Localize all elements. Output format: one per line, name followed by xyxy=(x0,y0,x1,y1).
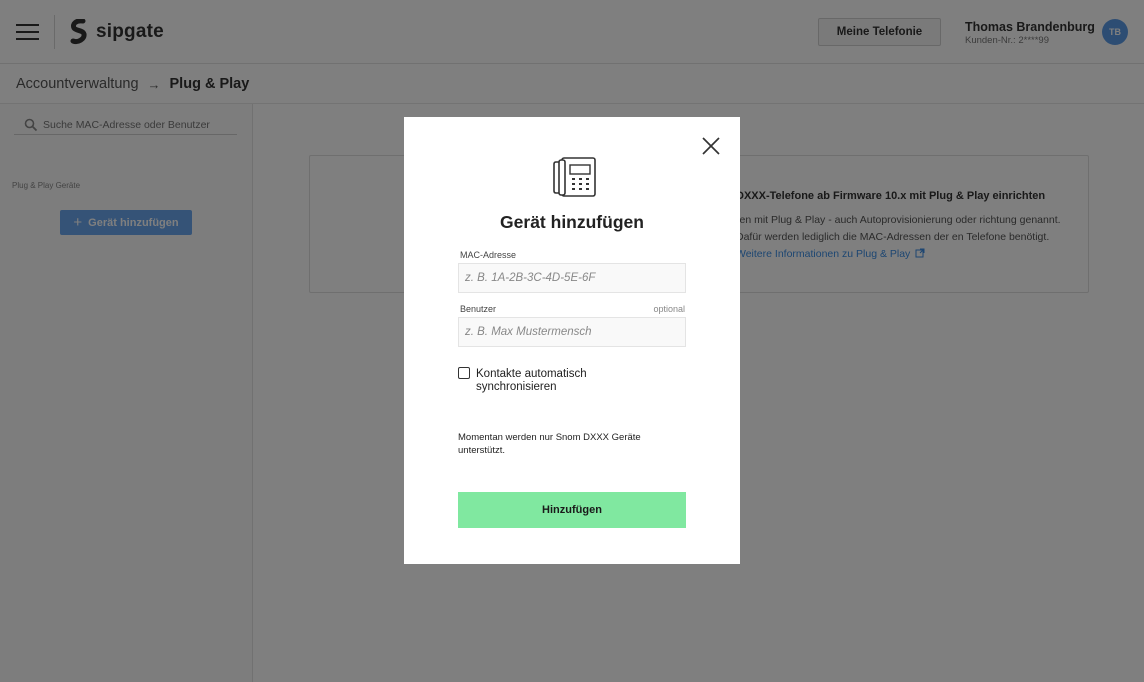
user-optional-label: optional xyxy=(653,304,685,314)
mac-address-label: MAC-Adresse xyxy=(460,250,517,260)
close-icon[interactable] xyxy=(700,135,722,157)
support-note: Momentan werden nur Snom DXXX Geräte unt… xyxy=(458,432,641,456)
sync-contacts-label[interactable]: Kontakte automatisch synchronisieren xyxy=(476,368,646,393)
sync-contacts-checkbox[interactable] xyxy=(458,367,470,379)
user-label: Benutzer xyxy=(460,304,497,314)
mac-address-input[interactable]: z. B. 1A-2B-3C-4D-5E-6F xyxy=(458,263,686,293)
user-input[interactable]: z. B. Max Mustermensch xyxy=(458,317,686,347)
modal-title: Gerät hinzufügen xyxy=(500,212,644,232)
submit-button[interactable]: Hinzufügen xyxy=(458,492,686,528)
add-device-modal: Gerät hinzufügen MAC-Adresse z. B. 1A-2B… xyxy=(404,117,740,564)
desk-phone-icon xyxy=(553,157,596,197)
